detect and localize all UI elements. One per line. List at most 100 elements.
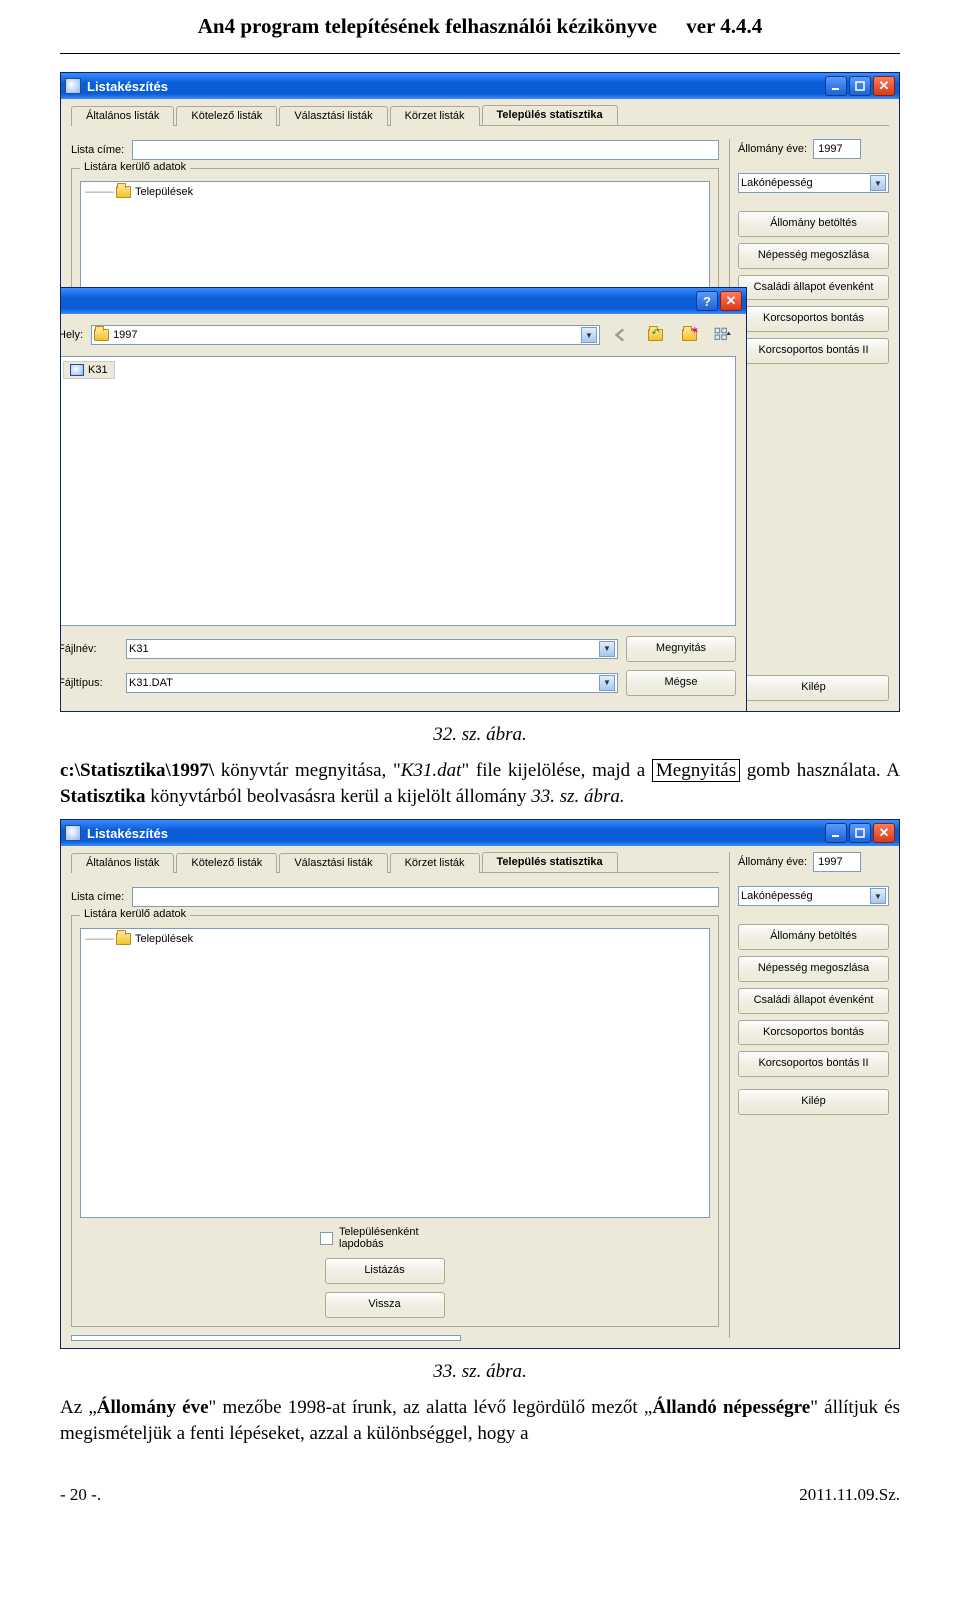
lista-cime-row: Lista címe: xyxy=(71,887,719,907)
listara-kerulo-label: Listára kerülő adatok xyxy=(80,161,190,173)
allomany-eve-label: Állomány éve: xyxy=(738,143,807,155)
app-icon xyxy=(65,78,81,94)
page-footer: - 20 -. 2011.11.09.Sz. xyxy=(60,1455,900,1515)
folder-icon xyxy=(116,186,131,198)
megnyitas-button[interactable]: Megnyitás xyxy=(626,636,736,662)
tab-valasztasi[interactable]: Választási listák xyxy=(279,106,387,126)
nepesseg-select[interactable]: Lakónépesség xyxy=(738,886,889,906)
tab-altalanos[interactable]: Általános listák xyxy=(71,853,174,873)
fajltipus-select[interactable]: K31.DAT xyxy=(126,673,618,693)
allomany-betoltes-button[interactable]: Állomány betöltés xyxy=(738,924,889,950)
file-dialog-titlebar[interactable]: ? ✕ xyxy=(60,288,746,314)
window-title: Listakészítés xyxy=(87,79,168,94)
tab-korzet[interactable]: Körzet listák xyxy=(390,853,480,873)
paragraph-2: Az „Állomány éve" mezőbe 1998-at írunk, … xyxy=(60,1395,900,1446)
page-number: - 20 -. xyxy=(60,1485,101,1505)
lista-cime-input[interactable] xyxy=(132,140,719,160)
doc-title: An4 program telepítésének felhasználói k… xyxy=(198,14,657,38)
nepesseg-select-value: Lakónépesség xyxy=(741,890,813,902)
minimize-button[interactable] xyxy=(825,823,847,843)
tree-root[interactable]: ——— Települések xyxy=(85,933,705,945)
korcsoportos2-button[interactable]: Korcsoportos bontás II xyxy=(738,1051,889,1077)
checkbox-icon[interactable] xyxy=(320,1232,333,1245)
close-button[interactable]: ✕ xyxy=(873,76,895,96)
fajlnev-value: K31 xyxy=(129,643,149,655)
file-open-dialog: ? ✕ Hely: 1997 xyxy=(60,287,747,712)
kilep-button[interactable]: Kilép xyxy=(738,675,889,701)
chevron-down-icon xyxy=(870,888,886,904)
fajltipus-value: K31.DAT xyxy=(129,677,173,689)
csaladi-allapot-button[interactable]: Családi állapot évenként xyxy=(738,988,889,1014)
help-button[interactable]: ? xyxy=(696,291,718,311)
tab-korzet[interactable]: Körzet listák xyxy=(390,106,480,126)
listakeszites-window-1: Listakészítés ✕ Általános listák Kötelez… xyxy=(60,72,900,712)
nepesseg-select[interactable]: Lakónépesség xyxy=(738,173,889,193)
titlebar[interactable]: Listakészítés ✕ xyxy=(61,73,899,99)
chevron-down-icon xyxy=(581,327,597,343)
tab-kotelezo[interactable]: Kötelező listák xyxy=(176,853,277,873)
doc-header: An4 program telepítésének felhasználói k… xyxy=(60,0,900,47)
dialog-close-button[interactable]: ✕ xyxy=(720,291,742,311)
new-folder-icon[interactable]: ✶ xyxy=(676,322,702,348)
hely-value: 1997 xyxy=(113,329,137,341)
tree-root[interactable]: ——— Települések xyxy=(85,186,705,198)
file-item-label: K31 xyxy=(88,364,108,376)
titlebar[interactable]: Listakészítés ✕ xyxy=(61,820,899,846)
telepulesenkent-checkbox-row[interactable]: Településenként lapdobás xyxy=(320,1226,449,1250)
fajlnev-label: Fájlnév: xyxy=(60,643,118,655)
allomany-eve-input[interactable] xyxy=(813,852,861,872)
nepesseg-select-value: Lakónépesség xyxy=(741,177,813,189)
lista-cime-label: Lista címe: xyxy=(71,144,124,156)
csaladi-allapot-button[interactable]: Családi állapot évenként xyxy=(738,275,889,301)
tabs: Általános listák Kötelező listák Választ… xyxy=(71,852,719,873)
korcsoportos2-button[interactable]: Korcsoportos bontás II xyxy=(738,338,889,364)
hely-label: Hely: xyxy=(60,329,83,341)
allomany-betoltes-button[interactable]: Állomány betöltés xyxy=(738,211,889,237)
listazas-button[interactable]: Listázás xyxy=(325,1258,445,1284)
file-listing[interactable]: K31 xyxy=(60,356,736,626)
view-menu-icon[interactable] xyxy=(710,322,736,348)
maximize-button[interactable] xyxy=(849,823,871,843)
tree-area[interactable]: ——— Települések xyxy=(80,928,710,1218)
tree-root-label: Települések xyxy=(135,186,193,198)
telepulesenkent-label: Településenként lapdobás xyxy=(339,1226,449,1250)
korcsoportos-button[interactable]: Korcsoportos bontás xyxy=(738,1020,889,1046)
app-icon xyxy=(65,825,81,841)
hely-select[interactable]: 1997 xyxy=(91,325,600,345)
maximize-button[interactable] xyxy=(849,76,871,96)
file-item-k31[interactable]: K31 xyxy=(63,361,115,379)
header-rule xyxy=(60,53,900,54)
right-panel: Állomány éve: Lakónépesség Állomány betö… xyxy=(729,852,889,1338)
figure-caption-32: 32. sz. ábra. xyxy=(60,724,900,746)
lista-cime-input[interactable] xyxy=(132,887,719,907)
lista-cime-label: Lista címe: xyxy=(71,891,124,903)
window-title: Listakészítés xyxy=(87,826,168,841)
allomany-eve-input[interactable] xyxy=(813,139,861,159)
kilep-button[interactable]: Kilép xyxy=(738,1089,889,1115)
tree-root-label: Települések xyxy=(135,933,193,945)
chevron-down-icon xyxy=(599,641,615,657)
back-icon[interactable] xyxy=(608,322,634,348)
listara-kerulo-group: Listára kerülő adatok ——— Települések xyxy=(71,915,719,1327)
korcsoportos-button[interactable]: Korcsoportos bontás xyxy=(738,306,889,332)
nepesseg-megoszlasa-button[interactable]: Népesség megoszlása xyxy=(738,243,889,269)
tab-altalanos[interactable]: Általános listák xyxy=(71,106,174,126)
fajlnev-input[interactable]: K31 xyxy=(126,639,618,659)
lista-cime-row: Lista címe: xyxy=(71,140,719,160)
vissza-button[interactable]: Vissza xyxy=(325,1292,445,1318)
nepesseg-megoszlasa-button[interactable]: Népesség megoszlása xyxy=(738,956,889,982)
tab-valasztasi[interactable]: Választási listák xyxy=(279,853,387,873)
folder-icon xyxy=(94,329,109,341)
tab-telepules-statisztika[interactable]: Település statisztika xyxy=(482,105,618,125)
footer-date: 2011.11.09.Sz. xyxy=(799,1485,900,1505)
up-folder-icon[interactable]: ↶ xyxy=(642,322,668,348)
megse-button[interactable]: Mégse xyxy=(626,670,736,696)
tabs: Általános listák Kötelező listák Választ… xyxy=(71,105,889,126)
tab-telepules-statisztika[interactable]: Település statisztika xyxy=(482,852,618,872)
chevron-down-icon xyxy=(870,175,886,191)
minimize-button[interactable] xyxy=(825,76,847,96)
close-button[interactable]: ✕ xyxy=(873,823,895,843)
tab-kotelezo[interactable]: Kötelező listák xyxy=(176,106,277,126)
listara-kerulo-label: Listára kerülő adatok xyxy=(80,908,190,920)
folder-icon xyxy=(116,933,131,945)
